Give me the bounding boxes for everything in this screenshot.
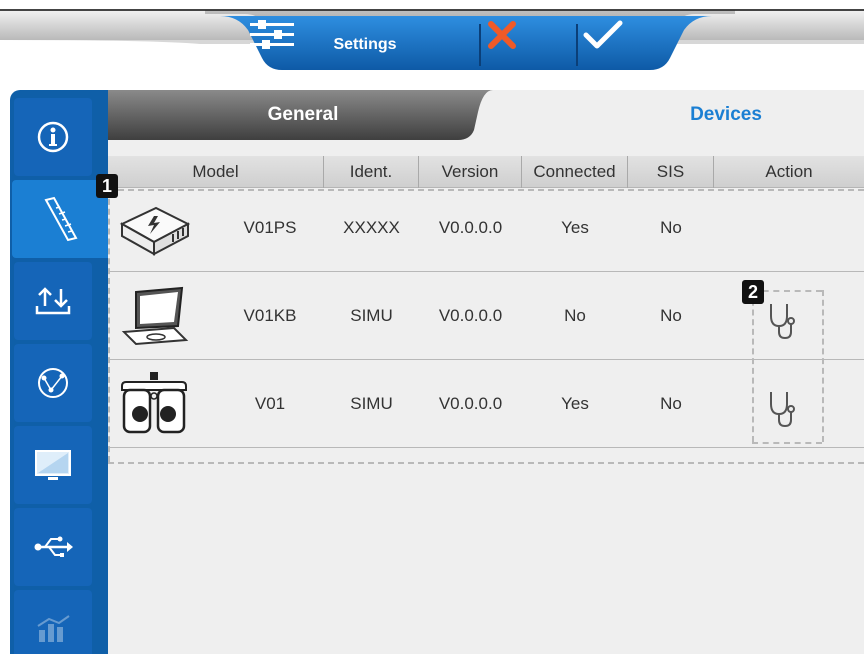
chart-icon — [37, 615, 70, 642]
cell-version: V0.0.0.0 — [438, 217, 503, 237]
top-toolbar: Settings — [0, 0, 864, 80]
table-row[interactable]: V01PS XXXXX V0.0.0.0 Yes No — [108, 184, 864, 272]
table-row[interactable]: V01 SIMU V0.0.0.0 Yes No — [108, 360, 864, 448]
laptop-icon — [121, 286, 189, 346]
settings-button[interactable]: Settings — [250, 20, 480, 70]
check-icon — [583, 20, 623, 49]
callout-badge: 1 — [96, 174, 118, 198]
cell-model: V01 — [254, 393, 286, 413]
info-icon — [37, 121, 69, 153]
callout-outline — [108, 189, 110, 462]
cell-sis: No — [660, 305, 682, 325]
cell-ident: SIMU — [350, 305, 393, 325]
tab-general[interactable]: General — [108, 90, 498, 140]
callout-outline — [108, 462, 864, 464]
cell-sis: No — [660, 217, 682, 237]
cell-version: V0.0.0.0 — [438, 393, 503, 413]
stethoscope-icon[interactable] — [763, 390, 797, 428]
callout-outline — [752, 290, 754, 442]
stethoscope-icon[interactable] — [763, 302, 797, 340]
sidebar-item-transfer[interactable] — [14, 262, 92, 340]
sidebar-item-usb[interactable] — [14, 508, 92, 586]
callout-outline — [822, 290, 824, 442]
cell-connected: No — [564, 305, 586, 325]
sidebar-item-display[interactable] — [14, 426, 92, 504]
close-icon — [488, 21, 516, 49]
phoropter-icon — [121, 372, 187, 434]
ruler-icon — [44, 196, 78, 242]
cell-ident: SIMU — [350, 393, 393, 413]
cell-connected: Yes — [561, 217, 589, 237]
sidebar-item-ruler[interactable] — [12, 180, 108, 258]
usb-icon — [34, 536, 73, 557]
callout-badge: 2 — [742, 280, 764, 304]
settings-label: Settings — [333, 36, 397, 53]
cell-ident: XXXXX — [343, 217, 400, 237]
cell-version: V0.0.0.0 — [438, 305, 503, 325]
sidebar-item-info[interactable] — [14, 98, 92, 176]
network-icon — [38, 368, 68, 398]
monitor-icon — [35, 450, 71, 480]
cancel-button[interactable] — [487, 20, 577, 70]
sliders-icon — [250, 20, 294, 49]
cell-connected: Yes — [561, 393, 589, 413]
callout-outline — [752, 442, 822, 444]
main-panel: General Devices Model Ident. Version Con… — [96, 90, 864, 654]
power-supply-icon — [119, 206, 191, 256]
confirm-button[interactable] — [583, 20, 675, 70]
cell-model: V01KB — [243, 305, 297, 325]
sidebar-item-stats[interactable] — [14, 590, 92, 654]
tab-devices[interactable]: Devices — [588, 90, 864, 140]
upload-download-icon — [35, 287, 71, 315]
sidebar — [0, 90, 108, 654]
cell-model: V01PS — [243, 217, 297, 237]
sidebar-item-network[interactable] — [14, 344, 92, 422]
cell-sis: No — [660, 393, 682, 413]
tab-bar: General Devices — [108, 90, 864, 140]
callout-outline — [108, 189, 864, 191]
